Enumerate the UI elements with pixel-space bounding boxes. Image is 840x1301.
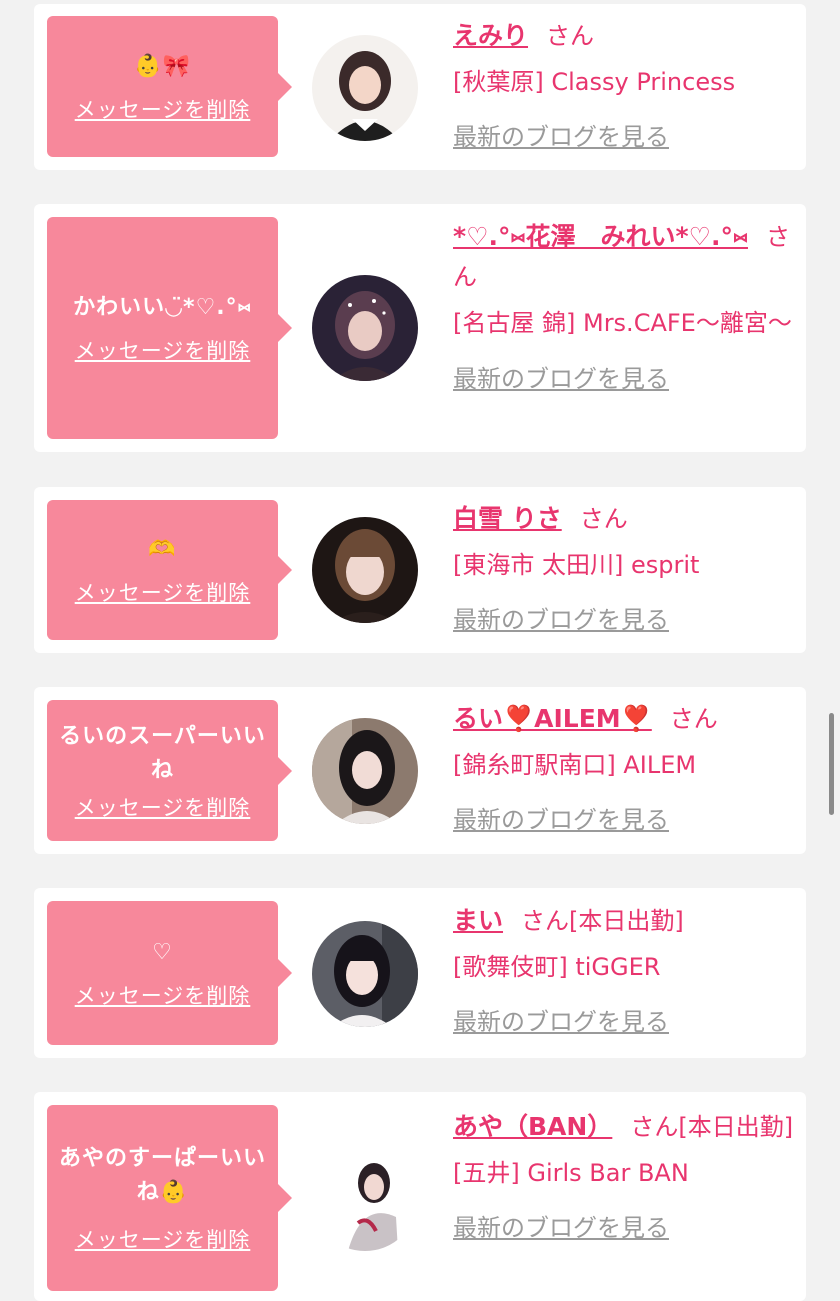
girl-info: あや（BAN） さん[本日出勤] [五井] Girls Bar BAN 最新のブロ… (453, 1107, 798, 1248)
avatar-photo (312, 517, 418, 623)
avatar-photo (312, 718, 418, 824)
girl-info: えみり さん [秋葉原] Classy Princess 最新のブログを見る (453, 16, 798, 157)
message-card: るいのスーパーいいね メッセージを削除 るい❣️AILEM❣️ さん [錦糸町駅南… (34, 687, 806, 854)
avatar[interactable] (312, 275, 418, 381)
san-label: さん (579, 505, 628, 533)
avatar[interactable] (312, 517, 418, 623)
delete-message-button[interactable]: メッセージを削除 (75, 792, 251, 822)
latest-blog-link[interactable]: 最新のブログを見る (453, 800, 669, 840)
san-label: さん (669, 705, 718, 733)
shop-label: [名古屋 錦] Mrs.CAFE〜離宮〜 (453, 309, 792, 337)
shop-label: [東海市 太田川] esprit (453, 551, 700, 579)
message-text: 👶🎀 (134, 53, 191, 79)
today-badge: [本日出勤] (569, 907, 684, 935)
girl-name-link[interactable]: えみり (453, 21, 528, 50)
shop-label: [錦糸町駅南口] AILEM (453, 751, 697, 779)
girl-info: るい❣️AILEM❣️ さん [錦糸町駅南口] AILEM 最新のブログを見る (453, 699, 798, 840)
message-bubble: 👶🎀 メッセージを削除 (47, 16, 292, 157)
message-bubble: ♡ メッセージを削除 (47, 901, 292, 1045)
avatar-photo (312, 921, 418, 1027)
shop-label: [五井] Girls Bar BAN (453, 1159, 689, 1187)
message-bubble: 🫶 メッセージを削除 (47, 500, 292, 640)
message-card: かわいい◡̈*♡.°⑅ メッセージを削除 *♡.°⑅花澤 みれい*♡.°⑅ さん … (34, 204, 806, 452)
delete-message-button[interactable]: メッセージを削除 (75, 94, 251, 124)
san-label: さん (546, 22, 595, 50)
avatar[interactable] (312, 921, 418, 1027)
san-label: さん (521, 907, 570, 935)
shop-label: [秋葉原] Classy Princess (453, 68, 736, 96)
avatar[interactable] (312, 35, 418, 141)
avatar-photo (312, 35, 418, 141)
delete-message-button[interactable]: メッセージを削除 (75, 335, 251, 365)
delete-message-button[interactable]: メッセージを削除 (75, 980, 251, 1010)
message-text: かわいい◡̈*♡.°⑅ (73, 295, 252, 320)
delete-message-button[interactable]: メッセージを削除 (75, 577, 251, 607)
girl-info: 白雪 りさ さん [東海市 太田川] esprit 最新のブログを見る (453, 499, 798, 640)
message-card: 🫶 メッセージを削除 白雪 りさ さん [東海市 太田川] esprit 最新のブ… (34, 487, 806, 653)
girl-name-link[interactable]: あや（BAN） (453, 1112, 612, 1141)
latest-blog-link[interactable]: 最新のブログを見る (453, 117, 669, 157)
shop-label: [歌舞伎町] tiGGER (453, 953, 661, 981)
girl-name-link[interactable]: まい (453, 906, 503, 935)
today-badge: [本日出勤] (678, 1113, 794, 1141)
avatar-photo (312, 1145, 418, 1251)
girl-name-link[interactable]: 白雪 りさ (453, 504, 562, 533)
girl-info: まい さん[本日出勤] [歌舞伎町] tiGGER 最新のブログを見る (453, 901, 798, 1042)
girl-name-link[interactable]: るい❣️AILEM❣️ (453, 704, 652, 733)
message-bubble: るいのスーパーいいね メッセージを削除 (47, 700, 292, 841)
message-text: あやのすーぱーいいね👶 (58, 1146, 266, 1205)
message-text: ♡ (152, 940, 173, 965)
latest-blog-link[interactable]: 最新のブログを見る (453, 1002, 669, 1042)
message-text: 🫶 (148, 537, 177, 562)
message-text: るいのスーパーいいね (59, 723, 266, 783)
girl-name-link[interactable]: *♡.°⑅花澤 みれい*♡.°⑅ (453, 222, 748, 251)
latest-blog-link[interactable]: 最新のブログを見る (453, 600, 669, 640)
avatar-photo (312, 275, 418, 381)
avatar[interactable] (312, 718, 418, 824)
message-card: 👶🎀 メッセージを削除 えみり さん [秋葉原] Classy Princess … (34, 4, 806, 170)
girl-info: *♡.°⑅花澤 みれい*♡.°⑅ さん [名古屋 錦] Mrs.CAFE〜離宮〜 … (453, 217, 798, 399)
delete-message-button[interactable]: メッセージを削除 (75, 1224, 251, 1254)
message-card: ♡ メッセージを削除 まい さん[本日出勤] [歌舞伎町] tiGGER 最新のブ… (34, 888, 806, 1058)
message-list: 👶🎀 メッセージを削除 えみり さん [秋葉原] Classy Princess … (0, 0, 840, 1301)
message-card: あやのすーぱーいいね👶 メッセージを削除 あや（BAN） さん[本日出勤] [五井… (34, 1092, 806, 1301)
scrollbar[interactable] (829, 713, 834, 815)
latest-blog-link[interactable]: 最新のブログを見る (453, 359, 669, 399)
avatar[interactable] (312, 1145, 418, 1251)
message-bubble: あやのすーぱーいいね👶 メッセージを削除 (47, 1105, 292, 1291)
message-bubble: かわいい◡̈*♡.°⑅ メッセージを削除 (47, 217, 292, 439)
latest-blog-link[interactable]: 最新のブログを見る (453, 1208, 669, 1248)
san-label: さん (630, 1113, 679, 1141)
